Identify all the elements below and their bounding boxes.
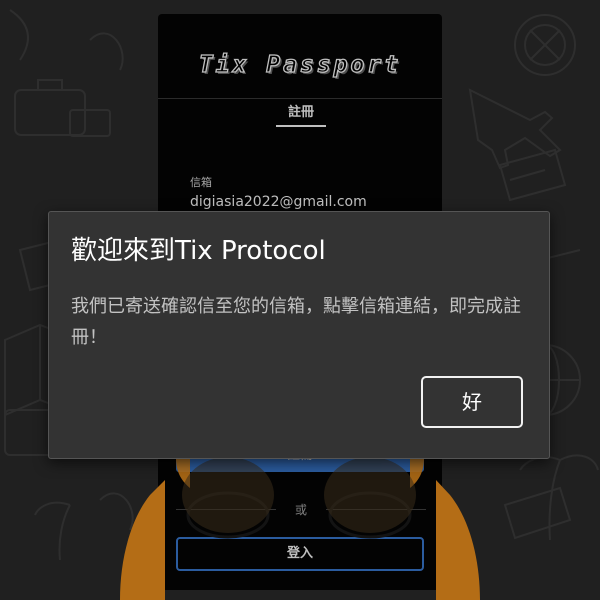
dialog-message: 我們已寄送確認信至您的信箱，點擊信箱連結，即完成註冊！ bbox=[71, 296, 521, 348]
ok-button[interactable]: 好 bbox=[421, 376, 523, 428]
dialog-title: 歡迎來到Tix Protocol bbox=[71, 236, 326, 266]
welcome-dialog: 歡迎來到Tix Protocol 我們已寄送確認信至您的信箱，點擊信箱連結，即完… bbox=[48, 211, 550, 459]
